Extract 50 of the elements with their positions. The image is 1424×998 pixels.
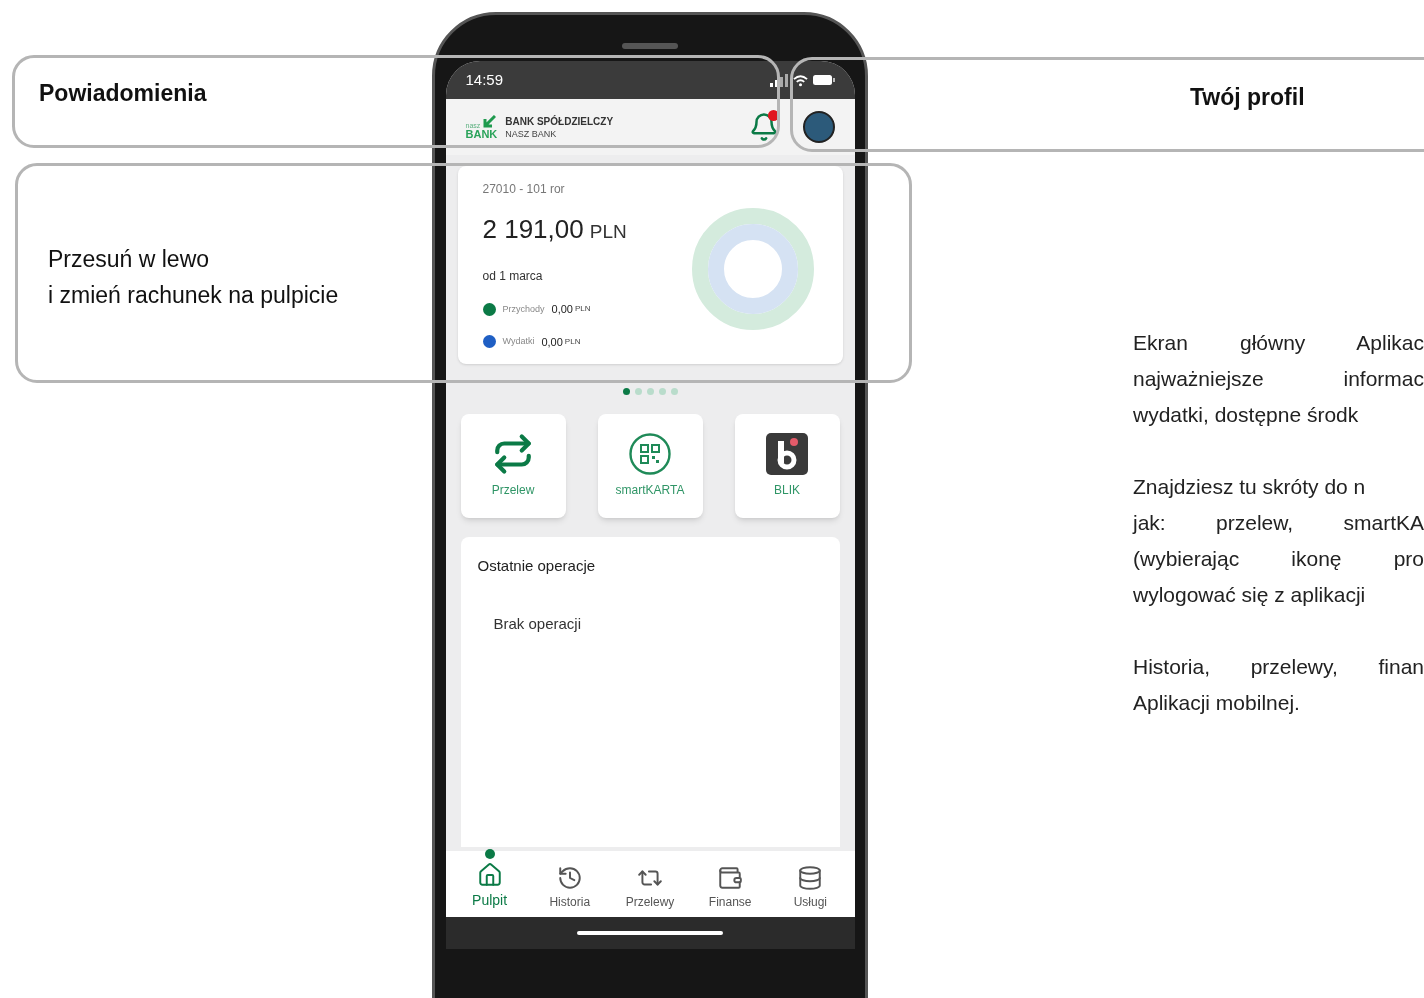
shortcut-tile[interactable]: Przelew xyxy=(460,414,566,518)
wifi-icon xyxy=(792,73,808,87)
qr-code-icon xyxy=(629,433,671,475)
signal-icon xyxy=(769,73,788,87)
description-line: najważniejsze informac xyxy=(1133,365,1424,392)
callout-text: Przesuń w lewo i zmień rachunek na pulpicie xyxy=(48,244,340,310)
account-number: 27010 - 101 ror xyxy=(482,181,566,198)
account-card[interactable]: 27010 - 101 ror 2 191,00 PLN od 1 marca Przychody 0,00 PLN Wydatki 0,00 PLN xyxy=(457,166,843,364)
arrows-icon xyxy=(492,433,534,475)
legend-amount: 0,00 xyxy=(551,302,573,317)
empty-message: Brak operacji xyxy=(493,613,583,634)
logo-text: BANK xyxy=(465,128,498,140)
speaker-grille xyxy=(622,43,678,49)
nav-tab[interactable]: Pulpit xyxy=(453,862,526,911)
description-line: Znajdziesz tu skróty do n xyxy=(1133,473,1367,500)
description-line: Aplikacji mobilnej. xyxy=(1133,689,1301,716)
status-time: 14:59 xyxy=(465,69,504,90)
bank-name: BANK SPÓŁDZIELCZY xyxy=(505,116,614,129)
nav-tab[interactable]: Usługi xyxy=(774,865,847,911)
legend-currency: PLN xyxy=(564,335,581,348)
legend-amount: 0,00 xyxy=(541,334,563,350)
description-line: wylogować się z aplikacji xyxy=(1133,581,1367,608)
balance-currency: PLN xyxy=(589,220,627,244)
blik-logo-icon xyxy=(766,433,808,475)
database-icon xyxy=(797,865,824,891)
callout-label: Twój profil xyxy=(1190,83,1306,112)
balance-amount: 2 191,00 xyxy=(482,213,584,246)
profile-avatar[interactable] xyxy=(802,111,835,143)
nav-tab[interactable]: Przelewy xyxy=(613,865,686,911)
legend-label: Wydatki xyxy=(502,335,535,348)
bank-subname: NASZ BANK xyxy=(505,128,558,140)
shortcut-tile[interactable]: smartKARTA xyxy=(597,414,703,518)
arrow-logo-icon xyxy=(482,114,497,129)
period-label: od 1 marca xyxy=(482,268,544,285)
description-line: jak: przelew, smartKA xyxy=(1133,509,1424,536)
section-title: Ostatnie operacje xyxy=(477,556,597,576)
callout-label: Powiadomienia xyxy=(39,79,208,108)
legend-currency: PLN xyxy=(574,303,591,316)
nav-tab[interactable]: Finanse xyxy=(694,865,767,911)
wallet-icon xyxy=(717,865,744,891)
description-line: Ekran główny Aplikac xyxy=(1133,329,1424,356)
nav-tab[interactable]: Historia xyxy=(533,865,606,911)
legend-label: Przychody xyxy=(502,302,545,316)
shortcut-tile[interactable]: BLIK xyxy=(734,414,840,518)
battery-icon xyxy=(812,75,835,85)
history-icon xyxy=(556,865,583,891)
description-line: (wybierając ikonę pro xyxy=(1133,545,1424,572)
description-line: wydatki, dostępne środk xyxy=(1133,401,1360,428)
description-line: Historia, przelewy, finan xyxy=(1133,653,1424,680)
home-icon xyxy=(476,862,503,888)
